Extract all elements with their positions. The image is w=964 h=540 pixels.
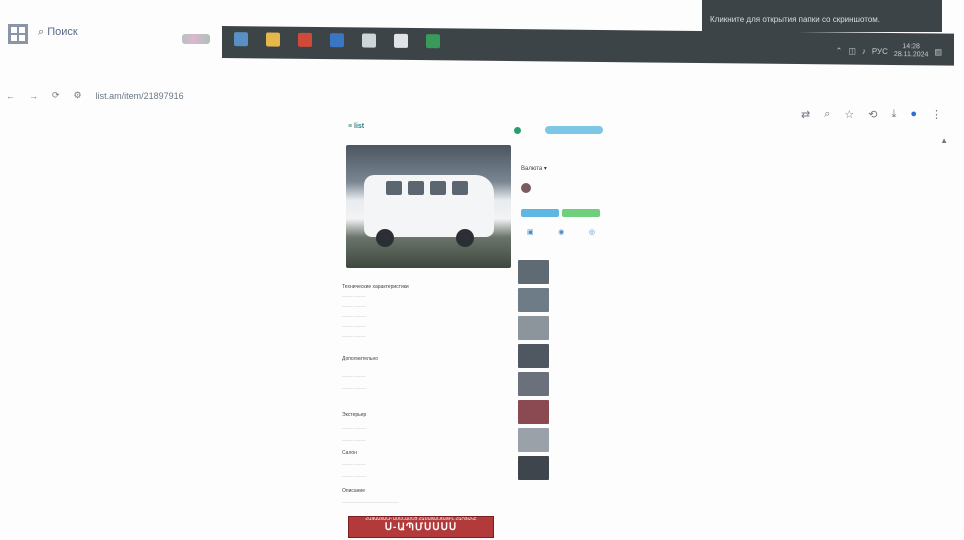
taskbar-strip: ⌃ ◫ ♪ РУС 14:28 28.11.2024 ▤ — [222, 26, 954, 66]
app-chrome-icon[interactable] — [298, 32, 312, 47]
address-bar: ← → ⟳ ⚙ list.am/item/21897916 — [6, 90, 184, 101]
spec-row: ──── ──── — [342, 374, 366, 379]
message-button[interactable] — [562, 209, 600, 217]
back-icon[interactable]: ← — [6, 91, 15, 101]
call-button[interactable] — [521, 209, 559, 217]
spec-row: ──── ──── — [342, 426, 366, 431]
ad-banner-text: Ս-ԱՊՄՍՍՍՍ — [384, 522, 458, 533]
similar-item[interactable] — [518, 260, 604, 284]
status-dot — [514, 127, 521, 134]
translate-icon[interactable]: ⇄ — [801, 108, 810, 121]
spec-row: ──── ──── — [342, 314, 366, 319]
ad-banner-tagline: ՀԱՅԱՍՏԱՆԻ ԱՄԵՆԱՄԵԾ ՀԱՄԱՑԱՆՑԱՅԻՆ ՀԱՐԹԱԿԸ — [365, 516, 477, 521]
report-icon[interactable]: ◎ — [589, 228, 595, 236]
app-media-icon[interactable] — [394, 33, 408, 48]
similar-item-thumbnail — [518, 400, 549, 424]
desktop-sticker-icon — [182, 34, 210, 44]
currency-select[interactable]: Валюта ▾ — [521, 165, 547, 172]
section-title-exterior: Экстерьер — [342, 412, 367, 418]
app-folder-icon[interactable] — [266, 32, 280, 47]
avatar[interactable] — [521, 183, 531, 193]
similar-item[interactable] — [518, 456, 604, 480]
spec-row: ──── ──── — [342, 334, 366, 339]
description-text: ──────────────────── — [342, 500, 399, 505]
similar-item-thumbnail — [518, 428, 549, 452]
app-docs-icon[interactable] — [234, 32, 248, 47]
search-label: Поиск — [47, 26, 78, 38]
van-window — [408, 181, 424, 195]
download-icon[interactable]: ⤓ — [891, 108, 896, 121]
chevron-up-icon[interactable]: ⌃ — [836, 46, 843, 55]
spec-row: ──── ──── — [342, 474, 366, 479]
network-icon: ◫ — [848, 46, 856, 56]
similar-item[interactable] — [518, 428, 604, 452]
similar-item[interactable] — [518, 316, 604, 340]
clock[interactable]: 14:28 28.11.2024 — [894, 43, 929, 59]
spec-row: ──── ──── — [342, 438, 366, 443]
spec-row: ──── ──── — [342, 386, 366, 391]
similar-item-thumbnail — [518, 344, 549, 368]
ad-banner[interactable]: ՀԱՅԱՍՏԱՆԻ ԱՄԵՆԱՄԵԾ ՀԱՄԱՑԱՆՑԱՅԻՆ ՀԱՐԹԱԿԸ … — [348, 516, 494, 538]
volume-icon: ♪ — [861, 46, 866, 56]
listing-photo[interactable] — [346, 145, 511, 268]
spec-row: ──── ──── — [342, 294, 366, 299]
van-window — [452, 181, 468, 195]
site-logo[interactable]: ≡ list — [348, 123, 364, 130]
similar-item[interactable] — [518, 344, 604, 368]
van-wheel — [456, 229, 474, 247]
notifications-icon[interactable]: ▤ — [934, 47, 942, 56]
similar-item-thumbnail — [518, 260, 549, 284]
spec-row: ──── ──── — [342, 462, 366, 467]
van-image — [364, 175, 494, 237]
listing-actions: ▣ ◉ ◎ — [527, 228, 595, 236]
browser-toolbar: ⇄ ⌕ ☆ ⟲ ⤓ ● ⋮ — [801, 108, 942, 121]
section-title-extra: Дополнительно — [342, 356, 378, 362]
system-tray[interactable]: ⌃ ◫ ♪ РУС 14:28 28.11.2024 ▤ — [836, 42, 942, 59]
listing-page: ≡ list Валюта ▾ ▣ ◉ ◎ Технические характ… — [338, 120, 610, 540]
taskbar-search[interactable]: ⌕ Поиск — [38, 26, 78, 39]
windows-start-icon[interactable] — [8, 24, 28, 44]
clock-date: 28.11.2024 — [893, 51, 929, 59]
section-title-specs: Технические характеристики — [342, 284, 409, 290]
url-field[interactable]: list.am/item/21897916 — [96, 91, 184, 101]
app-word-icon[interactable] — [330, 33, 344, 48]
top-promo-pill[interactable] — [545, 126, 603, 134]
section-title-interior: Салон — [342, 450, 357, 456]
similar-item[interactable] — [518, 372, 604, 396]
share-icon[interactable]: ▣ — [527, 228, 534, 236]
favorite-icon[interactable]: ◉ — [558, 228, 564, 236]
similar-item[interactable] — [518, 400, 604, 424]
similar-item-thumbnail — [518, 316, 549, 340]
van-window — [386, 181, 402, 195]
section-title-description: Описание — [342, 488, 366, 494]
similar-item-thumbnail — [518, 372, 549, 396]
similar-item-thumbnail — [518, 456, 549, 480]
profile-icon[interactable]: ● — [910, 108, 917, 121]
similar-item-thumbnail — [518, 288, 549, 312]
bookmark-star-icon[interactable]: ☆ — [844, 108, 854, 121]
sync-icon[interactable]: ⟲ — [868, 108, 877, 121]
search-icon: ⌕ — [38, 26, 45, 38]
zoom-icon[interactable]: ⌕ — [824, 108, 830, 121]
reload-icon[interactable]: ⟳ — [52, 90, 60, 101]
spec-row: ──── ──── — [342, 324, 366, 329]
taskbar: ⌕ Поиск ⌃ ◫ ♪ РУС 14:28 28.11.2024 ▤ — [0, 22, 954, 66]
van-window — [430, 181, 446, 195]
app-explorer-icon[interactable] — [362, 33, 376, 48]
forward-icon[interactable]: → — [29, 91, 38, 101]
scroll-up-icon[interactable]: ▲ — [940, 136, 948, 145]
spec-row: ──── ──── — [342, 304, 366, 309]
similar-item[interactable] — [518, 288, 604, 312]
app-excel-icon[interactable] — [426, 34, 440, 49]
language-indicator[interactable]: РУС — [872, 46, 888, 55]
van-wheel — [376, 229, 394, 247]
menu-dots-icon[interactable]: ⋮ — [931, 108, 942, 121]
site-info-icon[interactable]: ⚙ — [74, 90, 82, 101]
